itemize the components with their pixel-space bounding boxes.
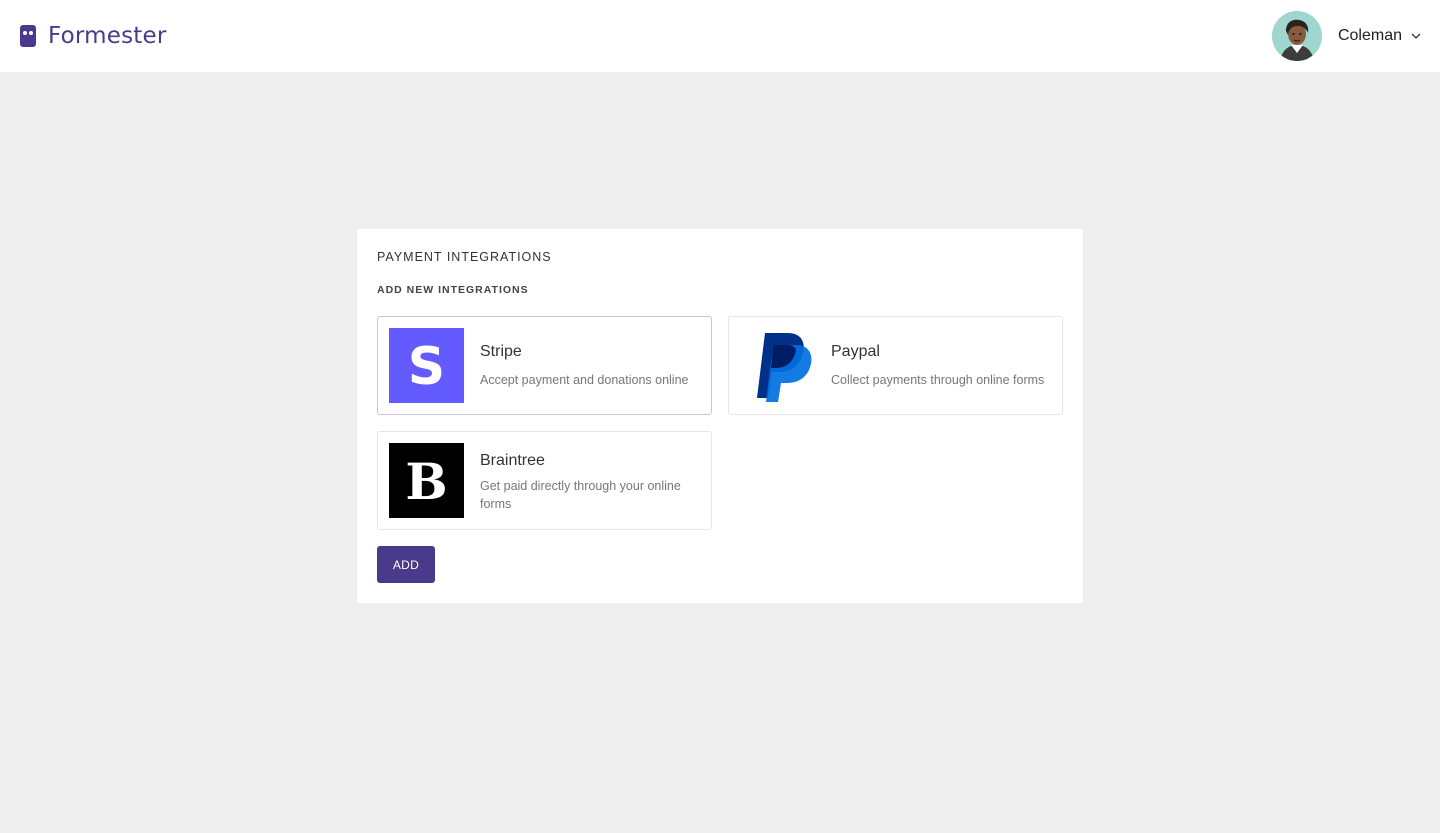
integration-description: Get paid directly through your online fo…	[480, 479, 681, 511]
chevron-down-icon	[1411, 33, 1421, 39]
top-bar: Formester Coleman	[0, 0, 1440, 72]
user-name: Coleman	[1337, 27, 1402, 44]
section-title: ADD NEW INTEGRATIONS	[377, 284, 529, 296]
brand-name: Formester	[48, 23, 167, 49]
stripe-icon: S	[389, 328, 464, 403]
integration-description: Accept payment and donations online	[480, 373, 689, 387]
integration-card-stripe[interactable]: S Stripe Accept payment and donations on…	[377, 316, 712, 415]
panel-title: PAYMENT INTEGRATIONS	[377, 250, 552, 264]
braintree-icon: B	[389, 443, 464, 518]
integration-name: Braintree	[480, 452, 545, 469]
integration-card-paypal[interactable]: Paypal Collect payments through online f…	[728, 316, 1063, 415]
svg-text:B: B	[405, 452, 447, 511]
integration-card-braintree[interactable]: B Braintree Get paid directly through yo…	[377, 431, 712, 530]
svg-text:S: S	[408, 337, 445, 397]
integration-name: Paypal	[831, 343, 880, 360]
paypal-icon	[740, 328, 815, 403]
payment-integrations-panel: PAYMENT INTEGRATIONS ADD NEW INTEGRATION…	[357, 229, 1083, 603]
user-menu[interactable]: Coleman	[1271, 11, 1422, 61]
integration-name: Stripe	[480, 343, 522, 360]
add-button[interactable]: ADD	[377, 546, 435, 583]
avatar	[1271, 11, 1322, 61]
brand-logo-link[interactable]: Formester	[20, 22, 167, 50]
formester-logo-icon	[20, 25, 36, 47]
integration-description: Collect payments through online forms	[831, 373, 1045, 387]
